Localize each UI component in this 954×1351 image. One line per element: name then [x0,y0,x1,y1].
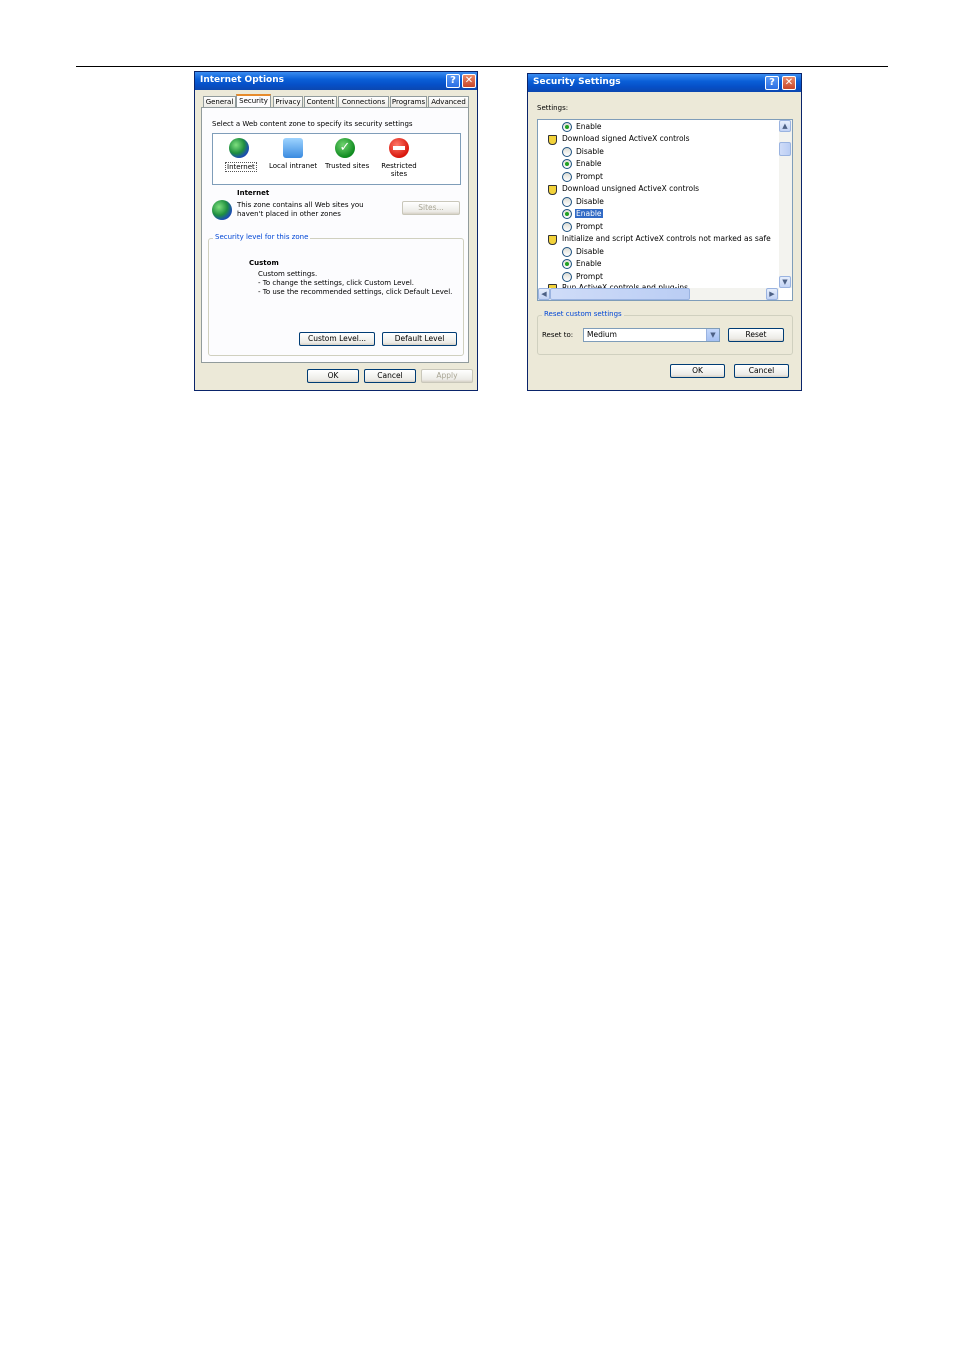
custom-level-button[interactable]: Custom Level... [299,332,375,346]
dialog-title: Internet Options [200,75,284,85]
cancel-button[interactable]: Cancel [364,369,416,383]
shield-icon [548,185,557,195]
apply-button[interactable]: Apply [421,369,473,383]
globe-icon [212,200,232,220]
sites-button[interactable]: Sites... [402,201,460,215]
zone-internet[interactable]: Internet [219,138,259,174]
computer-icon [283,138,303,158]
dialog-title: Security Settings [533,77,621,87]
no-entry-icon [389,138,409,158]
globe-icon [229,138,249,158]
setting-option: Prompt [576,222,603,231]
setting-option: Enable [576,159,602,168]
radio-disable[interactable] [562,197,572,207]
close-icon[interactable]: ✕ [462,74,476,88]
zone-label: Restricted sites [381,162,417,178]
radio-disable[interactable] [562,147,572,157]
group-label: Reset custom settings [542,310,624,318]
zone-label: Trusted sites [325,162,370,170]
page-header-rule [76,66,888,67]
scroll-down-icon[interactable]: ▼ [779,276,791,288]
ok-button[interactable]: OK [670,364,725,378]
radio-enable[interactable] [562,122,572,132]
title-bar[interactable]: Security Settings ? ✕ [528,74,801,92]
tab-connections[interactable]: Connections [338,96,389,107]
setting-option: Enable [576,259,602,268]
tab-advanced[interactable]: Advanced [428,96,469,107]
chevron-down-icon[interactable]: ▼ [706,329,719,341]
radio-prompt[interactable] [562,172,572,182]
setting-option: Disable [576,197,604,206]
radio-prompt[interactable] [562,222,572,232]
zone-prompt: Select a Web content zone to specify its… [212,120,413,128]
help-icon[interactable]: ? [446,74,460,88]
level-name: Custom [249,259,279,267]
scroll-left-icon[interactable]: ◀ [538,288,550,300]
zone-trusted-sites[interactable]: ✓ Trusted sites [323,138,371,174]
level-description-line-2: - To change the settings, click Custom L… [258,279,415,287]
help-icon[interactable]: ? [765,76,779,90]
radio-enable[interactable] [562,159,572,169]
settings-tree: Enable Download signed ActiveX controls … [537,119,793,301]
setting-option-selected: Enable [575,209,603,218]
zone-name: Internet [237,189,270,197]
security-tab-panel: Select a Web content zone to specify its… [201,107,469,363]
security-level-group: Security level for this zone Custom Cust… [208,233,464,356]
setting-category: Download signed ActiveX controls [562,134,690,143]
setting-option: Prompt [576,172,603,181]
zone-label: Internet [225,162,257,172]
zone-list: Internet Local intranet ✓ Trusted sites … [212,133,461,185]
zone-local-intranet[interactable]: Local intranet [269,138,319,174]
tab-privacy[interactable]: Privacy [273,96,303,107]
horizontal-scroll-thumb[interactable] [550,288,690,300]
scroll-right-icon[interactable]: ▶ [766,288,778,300]
cancel-button[interactable]: Cancel [734,364,789,378]
tab-programs[interactable]: Programs [390,96,427,107]
reset-to-dropdown[interactable]: Medium ▼ [583,328,720,342]
reset-button[interactable]: Reset [728,328,784,342]
tab-content[interactable]: Content [304,96,337,107]
tab-security[interactable]: Security [236,94,271,108]
zone-description-line-1: This zone contains all Web sites you [237,201,364,209]
title-bar[interactable]: Internet Options ? ✕ [195,72,477,90]
shield-icon [548,135,557,145]
level-description-line-1: Custom settings. [258,270,318,278]
ok-button[interactable]: OK [307,369,359,383]
zone-restricted-sites[interactable]: Restricted sites [377,138,421,182]
settings-label: Settings: [537,104,569,112]
check-icon: ✓ [335,138,355,158]
vertical-scroll-thumb[interactable] [779,142,791,156]
reset-to-label: Reset to: [542,331,574,339]
radio-prompt[interactable] [562,272,572,282]
zone-description-line-2: haven't placed in other zones [237,210,341,218]
setting-category: Initialize and script ActiveX controls n… [562,234,771,243]
level-description-line-3: - To use the recommended settings, click… [258,288,453,296]
radio-enable[interactable] [562,209,572,219]
reset-to-value: Medium [587,330,617,339]
radio-disable[interactable] [562,247,572,257]
default-level-button[interactable]: Default Level [382,332,457,346]
radio-enable[interactable] [562,259,572,269]
setting-option: Prompt [576,272,603,281]
setting-option: Enable [576,122,602,131]
zone-label: Local intranet [269,162,318,170]
close-icon[interactable]: ✕ [782,76,796,90]
tab-general[interactable]: General [203,96,236,107]
shield-icon [548,235,557,245]
scroll-up-icon[interactable]: ▲ [779,120,791,132]
vertical-scrollbar[interactable]: ▲ ▼ [779,120,792,288]
setting-category: Download unsigned ActiveX controls [562,184,700,193]
group-label: Security level for this zone [213,233,311,241]
security-settings-dialog: Security Settings ? ✕ Settings: Enable D… [527,73,802,391]
reset-custom-settings-group: Reset custom settings Reset to: Medium ▼… [537,310,793,355]
setting-option: Disable [576,147,604,156]
setting-option: Disable [576,247,604,256]
horizontal-scrollbar[interactable]: ◀ ▶ [538,288,779,300]
internet-options-dialog: Internet Options ? ✕ General Security Pr… [194,71,478,391]
